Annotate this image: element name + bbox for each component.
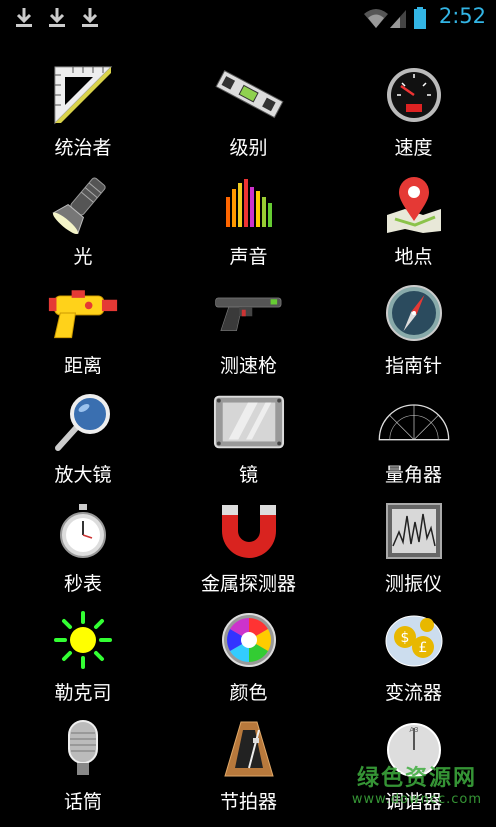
app-distance[interactable]: 距离 xyxy=(0,282,166,391)
clock: 2:52 xyxy=(438,4,486,28)
protractor-icon xyxy=(378,391,450,453)
app-label: 声音 xyxy=(229,246,268,268)
magnet-icon xyxy=(213,500,285,562)
speed-gun-icon xyxy=(213,282,285,344)
distance-gun-icon xyxy=(47,282,119,344)
app-metronome[interactable]: 节拍器 xyxy=(166,718,331,827)
mirror-icon xyxy=(213,391,285,453)
download-icon xyxy=(16,8,32,27)
microphone-icon xyxy=(47,718,119,780)
app-speed-gun[interactable]: 测速枪 xyxy=(166,282,331,391)
app-grid: 统治者 级别 速度 光 声音 地点 距离 测速枪 指南针 放大镜 镜 量角器 秒… xyxy=(0,64,496,827)
status-bar: 2:52 xyxy=(0,0,496,36)
app-label: 光 xyxy=(73,246,93,268)
app-label: 话筒 xyxy=(63,791,102,813)
lux-sun-icon xyxy=(47,609,119,671)
app-label: 勒克司 xyxy=(54,682,112,704)
signal-icon xyxy=(390,10,406,28)
currency-converter-icon: $ £ xyxy=(378,609,450,671)
app-mirror[interactable]: 镜 xyxy=(166,391,331,500)
vibration-meter-icon xyxy=(378,500,450,562)
watermark: 绿色资源网 www.downcc.com xyxy=(352,760,482,807)
app-metal-detector[interactable]: 金属探测器 xyxy=(166,500,331,609)
map-pin-icon xyxy=(378,173,450,235)
app-color[interactable]: 颜色 xyxy=(166,609,331,718)
svg-text:£: £ xyxy=(418,640,427,656)
spirit-level-icon xyxy=(213,64,285,126)
app-label: 测振仪 xyxy=(384,573,442,595)
app-label: 金属探测器 xyxy=(200,573,296,595)
app-label: 地点 xyxy=(394,246,433,268)
app-speed[interactable]: 速度 xyxy=(331,64,496,173)
app-label: 指南针 xyxy=(384,355,442,377)
app-sound[interactable]: 声音 xyxy=(166,173,331,282)
compass-icon xyxy=(378,282,450,344)
app-label: 镜 xyxy=(238,464,258,486)
app-stopwatch[interactable]: 秒表 xyxy=(0,500,166,609)
app-converter[interactable]: $ £ 变流器 xyxy=(331,609,496,718)
flashlight-icon xyxy=(47,173,119,235)
app-label: 颜色 xyxy=(229,682,268,704)
app-compass[interactable]: 指南针 xyxy=(331,282,496,391)
app-label: 距离 xyxy=(63,355,102,377)
stopwatch-icon xyxy=(47,500,119,562)
app-label: 速度 xyxy=(394,137,433,159)
wifi-icon xyxy=(364,9,388,28)
battery-icon xyxy=(414,7,426,29)
color-wheel-icon xyxy=(213,609,285,671)
app-light[interactable]: 光 xyxy=(0,173,166,282)
app-location[interactable]: 地点 xyxy=(331,173,496,282)
metronome-icon xyxy=(213,718,285,780)
watermark-url: www.downcc.com xyxy=(351,792,482,807)
sound-meter-icon xyxy=(213,173,285,235)
app-label: 放大镜 xyxy=(54,464,112,486)
watermark-title: 绿色资源网 xyxy=(356,766,477,791)
speedometer-icon xyxy=(378,64,450,126)
app-label: 级别 xyxy=(229,137,268,159)
app-level[interactable]: 级别 xyxy=(166,64,331,173)
download-icon xyxy=(82,8,98,27)
app-label: 节拍器 xyxy=(219,791,277,813)
app-label: 测速枪 xyxy=(219,355,277,377)
magnifier-icon xyxy=(47,391,119,453)
app-protractor[interactable]: 量角器 xyxy=(331,391,496,500)
app-label: 统治者 xyxy=(54,137,112,159)
svg-text:$: $ xyxy=(400,630,409,646)
app-label: 秒表 xyxy=(63,573,102,595)
app-vibration-meter[interactable]: 测振仪 xyxy=(331,500,496,609)
ruler-icon xyxy=(47,64,119,126)
system-status-icons xyxy=(364,7,426,29)
app-magnifier[interactable]: 放大镜 xyxy=(0,391,166,500)
app-ruler[interactable]: 统治者 xyxy=(0,64,166,173)
app-lux[interactable]: 勒克司 xyxy=(0,609,166,718)
app-label: 量角器 xyxy=(384,464,442,486)
download-icon xyxy=(49,8,65,27)
app-label: 变流器 xyxy=(384,682,442,704)
app-microphone[interactable]: 话筒 xyxy=(0,718,166,827)
svg-text:A3: A3 xyxy=(409,726,418,734)
